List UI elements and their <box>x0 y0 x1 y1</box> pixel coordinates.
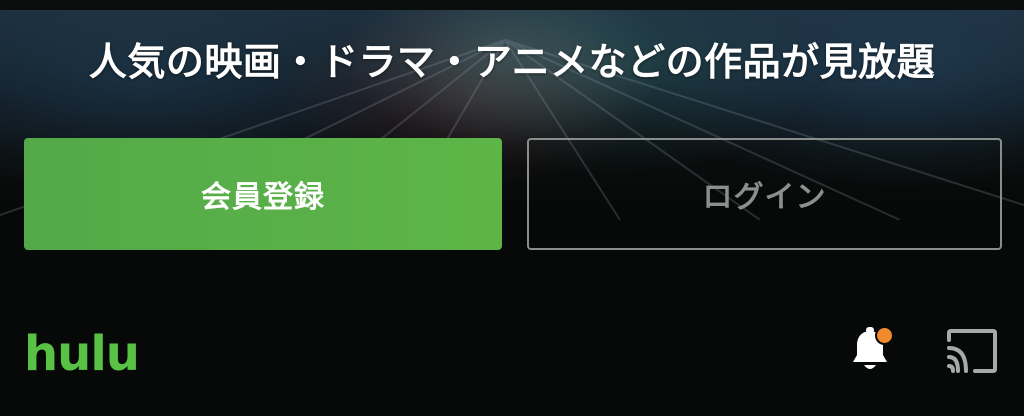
cast-button[interactable] <box>941 326 1001 376</box>
notification-badge <box>875 326 894 345</box>
hero-headline: 人気の映画・ドラマ・アニメなどの作品が見放題 <box>88 40 936 84</box>
hulu-logo[interactable]: hulu <box>24 330 164 376</box>
login-button[interactable]: ログイン <box>527 138 1002 250</box>
app-screen: 人気の映画・ドラマ・アニメなどの作品が見放題 会員登録 ログイン hulu <box>0 0 1024 416</box>
hulu-logo-text: hulu <box>24 330 139 376</box>
notification-button[interactable] <box>842 324 898 378</box>
signup-button[interactable]: 会員登録 <box>24 138 502 250</box>
cast-icon <box>947 329 997 373</box>
bottom-bar: hulu <box>0 300 1024 416</box>
status-strip <box>0 0 1024 10</box>
